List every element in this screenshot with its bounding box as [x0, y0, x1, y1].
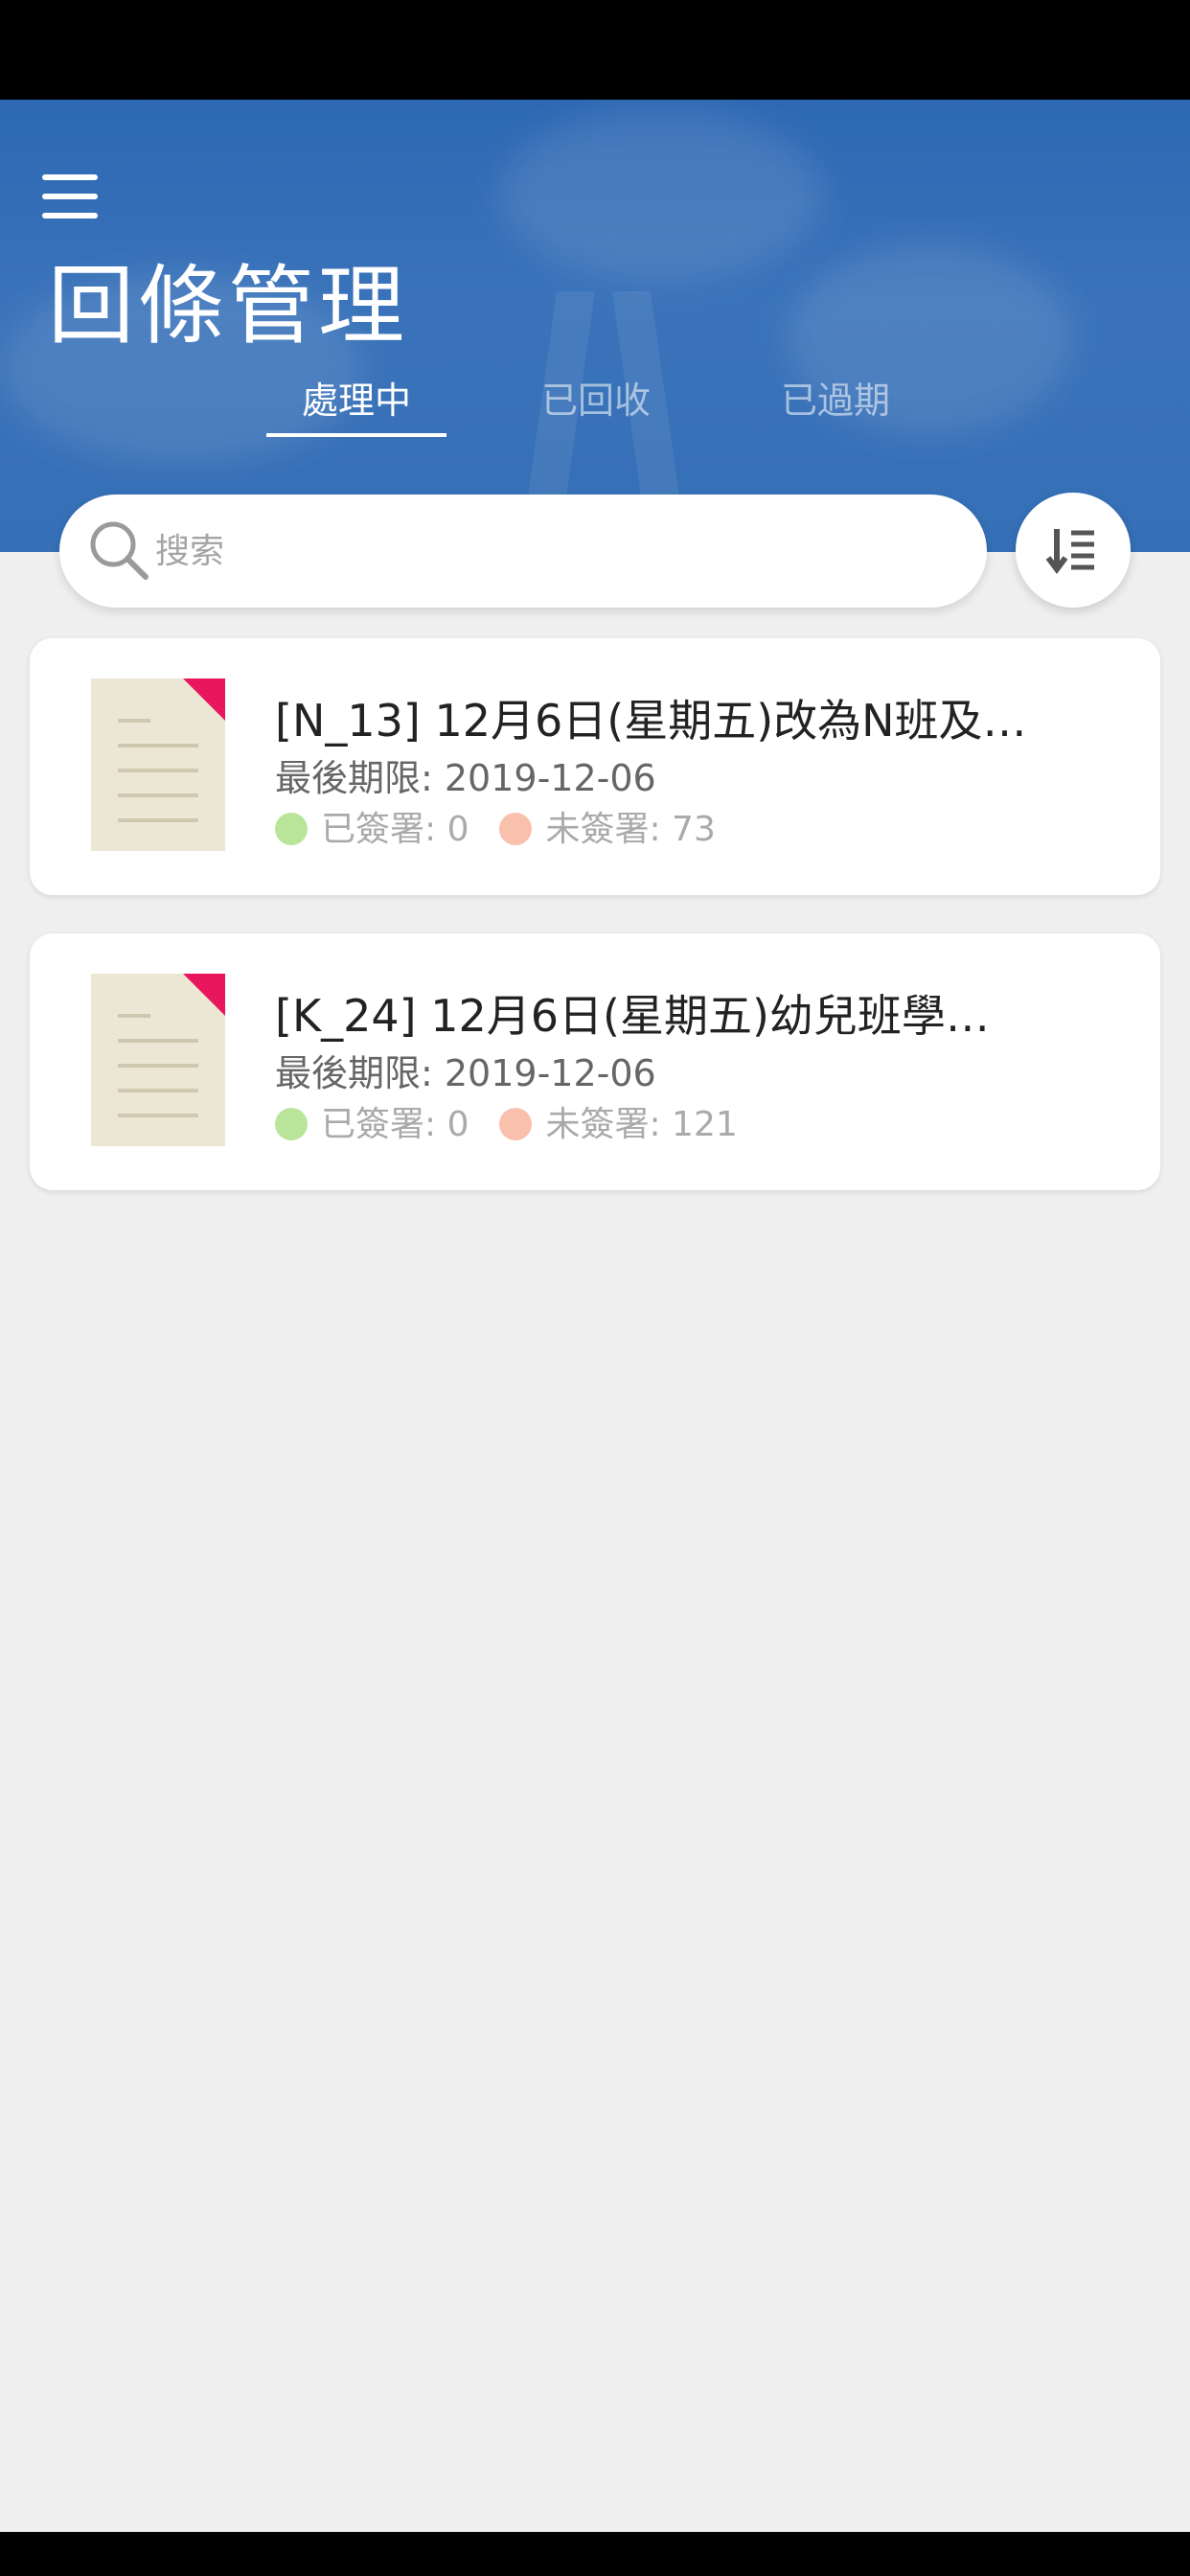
notice-title: [K_24] 12月6日(星期五)幼兒班學… [275, 990, 990, 1042]
active-tab-indicator [266, 433, 446, 437]
unsigned-dot-icon [499, 813, 533, 845]
deadline-text: 最後期限: 2019-12-06 [275, 1052, 656, 1094]
signed-count: 已簽署: 0 [321, 810, 469, 849]
deadline-text: 最後期限: 2019-12-06 [275, 757, 656, 799]
unsigned-count: 未簽署: 73 [545, 810, 716, 849]
search-bar [59, 494, 987, 608]
document-icon [91, 974, 225, 1146]
tab-processing[interactable]: 處理中 [266, 372, 446, 429]
tab-bar: 處理中 已回收 已過期 [266, 372, 1014, 439]
tab-expired[interactable]: 已過期 [745, 372, 926, 429]
menu-icon[interactable] [42, 172, 102, 220]
signed-dot-icon [275, 813, 308, 845]
tab-collected[interactable]: 已回收 [506, 372, 686, 429]
list-item[interactable]: [N_13] 12月6日(星期五)改為N班及… 最後期限: 2019-12-06… [30, 638, 1160, 895]
page-title: 回條管理 [48, 256, 408, 356]
bottom-bar [0, 2532, 1190, 2576]
sign-status: 已簽署: 0 未簽署: 121 [275, 1098, 738, 1152]
search-input[interactable] [153, 521, 943, 581]
notice-title: [N_13] 12月6日(星期五)改為N班及… [275, 695, 1027, 747]
banner-background [498, 109, 824, 282]
list-item[interactable]: [K_24] 12月6日(星期五)幼兒班學… 最後期限: 2019-12-06 … [30, 933, 1160, 1190]
status-bar [0, 0, 1190, 100]
search-icon [88, 519, 151, 583]
signed-dot-icon [275, 1108, 308, 1140]
sign-status: 已簽署: 0 未簽署: 73 [275, 803, 716, 857]
sort-button[interactable] [1016, 493, 1131, 608]
signed-count: 已簽署: 0 [321, 1105, 469, 1144]
document-icon [91, 678, 225, 851]
sort-icon [1045, 529, 1094, 574]
unsigned-count: 未簽署: 121 [545, 1105, 738, 1144]
header-banner: 回條管理 處理中 已回收 已過期 [0, 100, 1190, 552]
unsigned-dot-icon [499, 1108, 533, 1140]
